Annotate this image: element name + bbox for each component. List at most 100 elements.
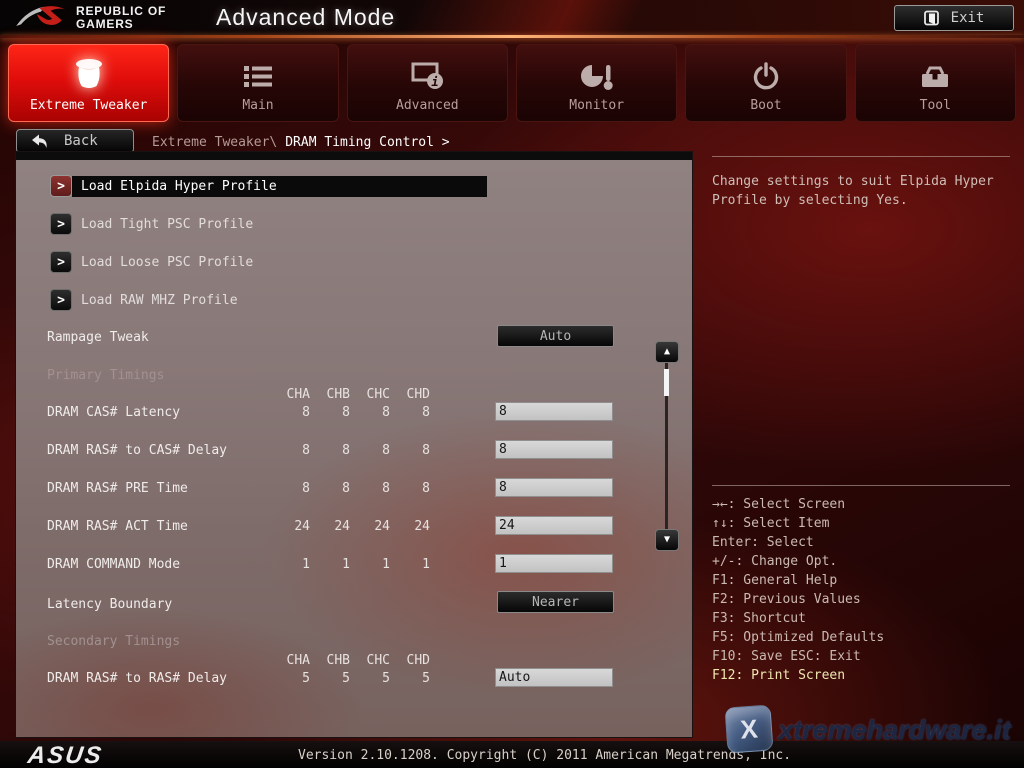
chevron-right-icon: > [50, 289, 72, 311]
timing-value: 8 [386, 405, 430, 420]
shortcut-line: F3: Shortcut [712, 609, 1017, 628]
shortcut-line: +/-: Change Opt. [712, 552, 1017, 571]
page-title: Advanced Mode [216, 4, 395, 31]
tab-extreme-tweaker[interactable]: Extreme Tweaker [8, 44, 169, 122]
menu-item-label: Load RAW MHZ Profile [72, 290, 238, 311]
exit-button[interactable]: Exit [894, 5, 1014, 31]
column-header: CHA [266, 653, 310, 668]
latency-boundary-select[interactable]: Nearer [497, 591, 614, 613]
column-header: CHC [346, 653, 390, 668]
secondary-timings-section-title: Secondary Timings [47, 634, 180, 649]
timing-value: 8 [346, 405, 390, 420]
timing-value: 8 [306, 405, 350, 420]
timing-value: 8 [266, 481, 310, 496]
chevron-right-icon: > [50, 213, 72, 235]
version-text: Version 2.10.1208. Copyright (C) 2011 Am… [298, 748, 791, 763]
primary-timings-section-title: Primary Timings [47, 368, 164, 383]
menu-item-label: Load Elpida Hyper Profile [72, 176, 487, 197]
back-button[interactable]: Back [16, 129, 134, 153]
menu-item-load-loose-psc-profile[interactable]: > Load Loose PSC Profile [50, 250, 253, 274]
scrollbar: ▲ ▼ [655, 341, 679, 551]
shortcut-line: →←: Select Screen [712, 495, 1017, 514]
timing-input[interactable] [495, 668, 613, 687]
monitor-info-icon: i [411, 45, 443, 91]
tab-advanced[interactable]: i Advanced [347, 44, 508, 122]
menu-item-load-tight-psc-profile[interactable]: > Load Tight PSC Profile [50, 212, 253, 236]
timing-input[interactable] [495, 402, 613, 421]
timing-row-dram-command-mode: DRAM COMMAND Mode 1 1 1 1 [16, 557, 656, 577]
menu-item-label: Load Loose PSC Profile [72, 252, 253, 273]
timing-input[interactable] [495, 478, 613, 497]
chevron-right-icon: > [50, 251, 72, 273]
tab-monitor[interactable]: Monitor [516, 44, 677, 122]
back-arrow-icon [31, 134, 48, 149]
breadcrumb-current: DRAM Timing Control > [285, 135, 449, 150]
timing-value: 8 [266, 405, 310, 420]
watermark-text: xtremehardware.it [778, 715, 1011, 746]
menu-item-load-raw-mhz-profile[interactable]: > Load RAW MHZ Profile [50, 288, 238, 312]
watermark-x-icon: X [724, 704, 773, 753]
timing-value: 8 [306, 481, 350, 496]
timing-value: 5 [386, 671, 430, 686]
timing-value: 24 [306, 519, 350, 534]
timing-row-dram-cas-latency: DRAM CAS# Latency 8 8 8 8 [16, 405, 656, 425]
rog-logo-icon [14, 2, 68, 34]
column-header: CHD [386, 653, 430, 668]
tab-label: Main [242, 98, 273, 113]
rampage-tweak-select[interactable]: Auto [497, 325, 614, 347]
timing-input[interactable] [495, 516, 613, 535]
timing-value: 1 [346, 557, 390, 572]
breadcrumb: Extreme Tweaker\DRAM Timing Control > [152, 135, 450, 150]
help-description: Change settings to suit Elpida Hyper Pro… [712, 172, 1012, 210]
menu-item-label: Load Tight PSC Profile [72, 214, 253, 235]
timing-value: 24 [386, 519, 430, 534]
timing-row-dram-ras-to-cas-delay: DRAM RAS# to CAS# Delay 8 8 8 8 [16, 443, 656, 463]
exit-icon [924, 10, 939, 27]
timing-value: 1 [266, 557, 310, 572]
timing-label: DRAM CAS# Latency [47, 405, 180, 420]
scroll-down-button[interactable]: ▼ [655, 529, 679, 551]
timing-label: DRAM RAS# PRE Time [47, 481, 188, 496]
shortcut-line: F12: Print Screen [712, 666, 1017, 685]
scrollbar-thumb[interactable] [664, 369, 669, 396]
keyboard-shortcuts-list: →←: Select Screen ↑↓: Select Item Enter:… [712, 495, 1017, 685]
shortcut-line: F1: General Help [712, 571, 1017, 590]
toolbox-icon [919, 45, 951, 91]
header-bar: REPUBLIC OF GAMERS Advanced Mode Exit [0, 0, 1024, 36]
timing-value: 8 [386, 443, 430, 458]
scroll-up-button[interactable]: ▲ [655, 341, 679, 363]
timing-value: 8 [346, 481, 390, 496]
column-header: CHD [386, 387, 430, 402]
timing-value: 8 [346, 443, 390, 458]
timing-value: 8 [386, 481, 430, 496]
timing-label: DRAM RAS# to RAS# Delay [47, 671, 227, 686]
tab-label: Advanced [396, 98, 459, 113]
shortcut-line: F5: Optimized Defaults [712, 628, 1017, 647]
chevron-right-icon: > [50, 175, 72, 197]
shortcut-line: F10: Save ESC: Exit [712, 647, 1017, 666]
exit-label: Exit [951, 10, 985, 26]
svg-text:i: i [432, 75, 439, 89]
tab-boot[interactable]: Boot [685, 44, 846, 122]
timing-input[interactable] [495, 554, 613, 573]
power-icon [752, 45, 780, 91]
main-tab-bar: Extreme Tweaker Main i Advanced [8, 44, 1016, 122]
shortcut-line: F2: Previous Values [712, 590, 1017, 609]
timing-row-dram-ras-pre-time: DRAM RAS# PRE Time 8 8 8 8 [16, 481, 656, 501]
timing-value: 5 [266, 671, 310, 686]
timing-label: DRAM RAS# ACT Time [47, 519, 188, 534]
timing-row-dram-ras-act-time: DRAM RAS# ACT Time 24 24 24 24 [16, 519, 656, 539]
timing-label: DRAM RAS# to CAS# Delay [47, 443, 227, 458]
shortcut-line: Enter: Select [712, 533, 1017, 552]
timing-value: 5 [306, 671, 350, 686]
tweaker-knob-icon [72, 45, 106, 91]
column-header: CHA [266, 387, 310, 402]
list-icon [243, 45, 273, 91]
menu-item-load-elpida-hyper-profile[interactable]: > Load Elpida Hyper Profile [50, 174, 487, 198]
tab-tool[interactable]: Tool [855, 44, 1016, 122]
tab-main[interactable]: Main [177, 44, 338, 122]
rampage-tweak-label: Rampage Tweak [47, 330, 149, 345]
timing-input[interactable] [495, 440, 613, 459]
help-divider-bottom [712, 485, 1010, 486]
help-divider-top [712, 156, 1010, 157]
